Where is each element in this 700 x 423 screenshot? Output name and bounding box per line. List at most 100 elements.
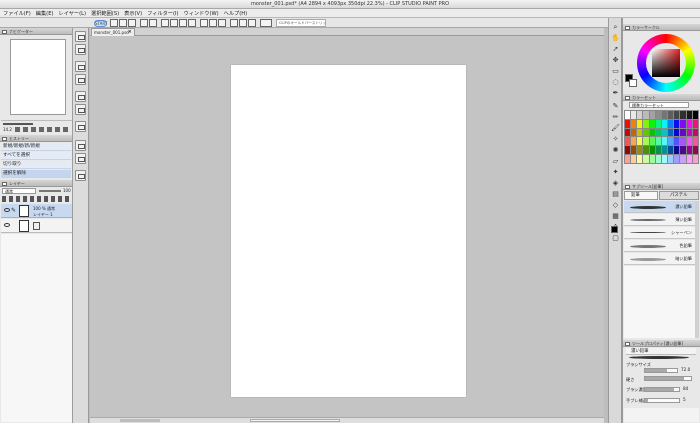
color-swatch[interactable] xyxy=(643,128,649,137)
zoom-in-icon[interactable] xyxy=(230,19,238,27)
brush-item-selected[interactable]: 濃い鉛筆 xyxy=(624,201,695,213)
history-item[interactable]: 切り取り xyxy=(1,161,71,169)
history-item-selected[interactable]: 選択を解除 xyxy=(1,170,71,178)
color-swatch[interactable] xyxy=(674,137,680,146)
blend-mode-select[interactable]: 通常 xyxy=(2,188,36,194)
color-swatch[interactable] xyxy=(655,146,661,155)
save-icon[interactable] xyxy=(128,19,136,27)
menu-select[interactable]: 選択範囲(S) xyxy=(91,10,119,17)
airbrush-tool-icon[interactable]: ✧ xyxy=(611,135,620,144)
color-swatch[interactable] xyxy=(680,146,686,155)
density-slider[interactable] xyxy=(644,387,680,392)
color-swatch[interactable] xyxy=(661,155,668,163)
color-swatch[interactable] xyxy=(674,128,680,137)
layer-tools-icon[interactable] xyxy=(2,196,72,202)
fill-tool-icon[interactable]: ◈ xyxy=(611,179,620,188)
selection-tool-icon[interactable]: ▭ xyxy=(611,67,620,76)
history-item[interactable]: 新規/新規/新/新規 xyxy=(1,143,71,151)
menu-view[interactable]: 表示(V) xyxy=(124,10,142,17)
operation-tool-icon[interactable]: ➚ xyxy=(611,45,620,54)
color-swatch[interactable] xyxy=(637,128,643,137)
palette-tab-icon[interactable] xyxy=(75,104,86,115)
menu-layer[interactable]: レイヤー(L) xyxy=(59,10,87,17)
color-swatch[interactable] xyxy=(686,111,692,119)
eye-icon[interactable] xyxy=(4,223,10,227)
color-swatch[interactable] xyxy=(625,137,631,146)
history-item[interactable]: すべてを選択 xyxy=(1,152,71,160)
color-swatch[interactable] xyxy=(643,111,649,119)
sub-color-chip[interactable] xyxy=(629,79,637,87)
color-swatch[interactable] xyxy=(680,137,686,146)
ruler-icon[interactable] xyxy=(218,19,226,27)
color-swatch[interactable] xyxy=(692,137,698,146)
color-swatch[interactable] xyxy=(643,119,649,128)
color-swatch[interactable] xyxy=(655,119,661,128)
color-swatch[interactable] xyxy=(643,155,649,163)
palette-tab-icon[interactable] xyxy=(75,140,86,151)
palette-tab-icon[interactable] xyxy=(75,121,86,132)
decoration-tool-icon[interactable]: ✺ xyxy=(611,146,620,155)
color-set-select[interactable]: 標準カラーセット xyxy=(629,102,689,108)
color-swatch[interactable] xyxy=(686,128,692,137)
color-swatch[interactable] xyxy=(674,155,680,163)
frame-tool-icon[interactable]: ▦ xyxy=(611,212,620,221)
navigator-thumbnail[interactable] xyxy=(10,39,66,115)
color-swatch[interactable] xyxy=(631,111,637,119)
fit-icon[interactable] xyxy=(248,19,256,27)
hue-ring[interactable] xyxy=(637,34,695,92)
palette-tab-icon[interactable] xyxy=(75,153,86,164)
color-swatch[interactable] xyxy=(649,119,655,128)
color-swatch[interactable] xyxy=(686,137,692,146)
hardness-slider[interactable] xyxy=(644,376,692,381)
color-swatch[interactable] xyxy=(680,155,686,163)
lasso-tool-icon[interactable]: ◌ xyxy=(611,78,620,87)
color-swatch[interactable] xyxy=(625,111,631,119)
zoom-slider[interactable] xyxy=(3,123,33,125)
color-swatch[interactable] xyxy=(637,119,643,128)
main-color-swatch[interactable] xyxy=(611,226,618,233)
color-swatch[interactable] xyxy=(674,119,680,128)
subtool-tab-pencil[interactable]: 鉛筆 xyxy=(624,191,658,200)
color-swatch[interactable] xyxy=(637,146,643,155)
color-swatch[interactable] xyxy=(692,128,698,137)
color-swatch[interactable] xyxy=(631,155,637,163)
color-swatch[interactable] xyxy=(661,137,668,146)
color-swatch-grid[interactable] xyxy=(624,110,699,164)
palette-tab-icon[interactable] xyxy=(75,31,86,42)
color-swatch[interactable] xyxy=(643,146,649,155)
status-zoom-indicator[interactable] xyxy=(120,419,160,422)
color-swatch[interactable] xyxy=(649,128,655,137)
color-swatch[interactable] xyxy=(625,128,631,137)
eye-icon[interactable] xyxy=(4,208,10,212)
color-swatch[interactable] xyxy=(655,111,661,119)
color-swatch[interactable] xyxy=(692,155,698,163)
select-all-icon[interactable] xyxy=(161,19,169,27)
color-swatch[interactable] xyxy=(631,128,637,137)
color-swatch[interactable] xyxy=(649,137,655,146)
move-tool-icon[interactable]: ✥ xyxy=(611,56,620,65)
color-swatch[interactable] xyxy=(674,111,680,119)
grid-icon[interactable] xyxy=(209,19,217,27)
palette-tab-icon[interactable] xyxy=(75,61,86,72)
paper-layer-row[interactable] xyxy=(1,219,72,233)
navigator-buttons-icon[interactable] xyxy=(15,127,71,132)
saturation-value-square[interactable] xyxy=(652,49,680,77)
color-swatch[interactable] xyxy=(661,146,668,155)
palette-tab-icon[interactable] xyxy=(75,74,86,85)
redo-icon[interactable] xyxy=(149,19,157,27)
color-swatch[interactable] xyxy=(680,119,686,128)
display-icon[interactable] xyxy=(260,19,272,27)
pen-tool-icon[interactable]: ✎ xyxy=(611,102,620,111)
color-swatch[interactable] xyxy=(692,111,698,119)
color-swatch[interactable] xyxy=(637,137,643,146)
brush-item[interactable]: 色鉛筆 xyxy=(624,240,695,252)
pen-icon[interactable] xyxy=(179,19,187,27)
gradient-tool-icon[interactable]: ▤ xyxy=(611,190,620,199)
subtool-scrollbar[interactable] xyxy=(695,201,699,338)
color-swatch[interactable] xyxy=(655,137,661,146)
figure-tool-icon[interactable]: ◇ xyxy=(611,201,620,210)
opacity-slider[interactable] xyxy=(39,190,61,192)
brush-tool-icon[interactable]: 🖌 xyxy=(611,124,620,133)
color-swatch[interactable] xyxy=(668,155,674,163)
color-swatch[interactable] xyxy=(668,137,674,146)
